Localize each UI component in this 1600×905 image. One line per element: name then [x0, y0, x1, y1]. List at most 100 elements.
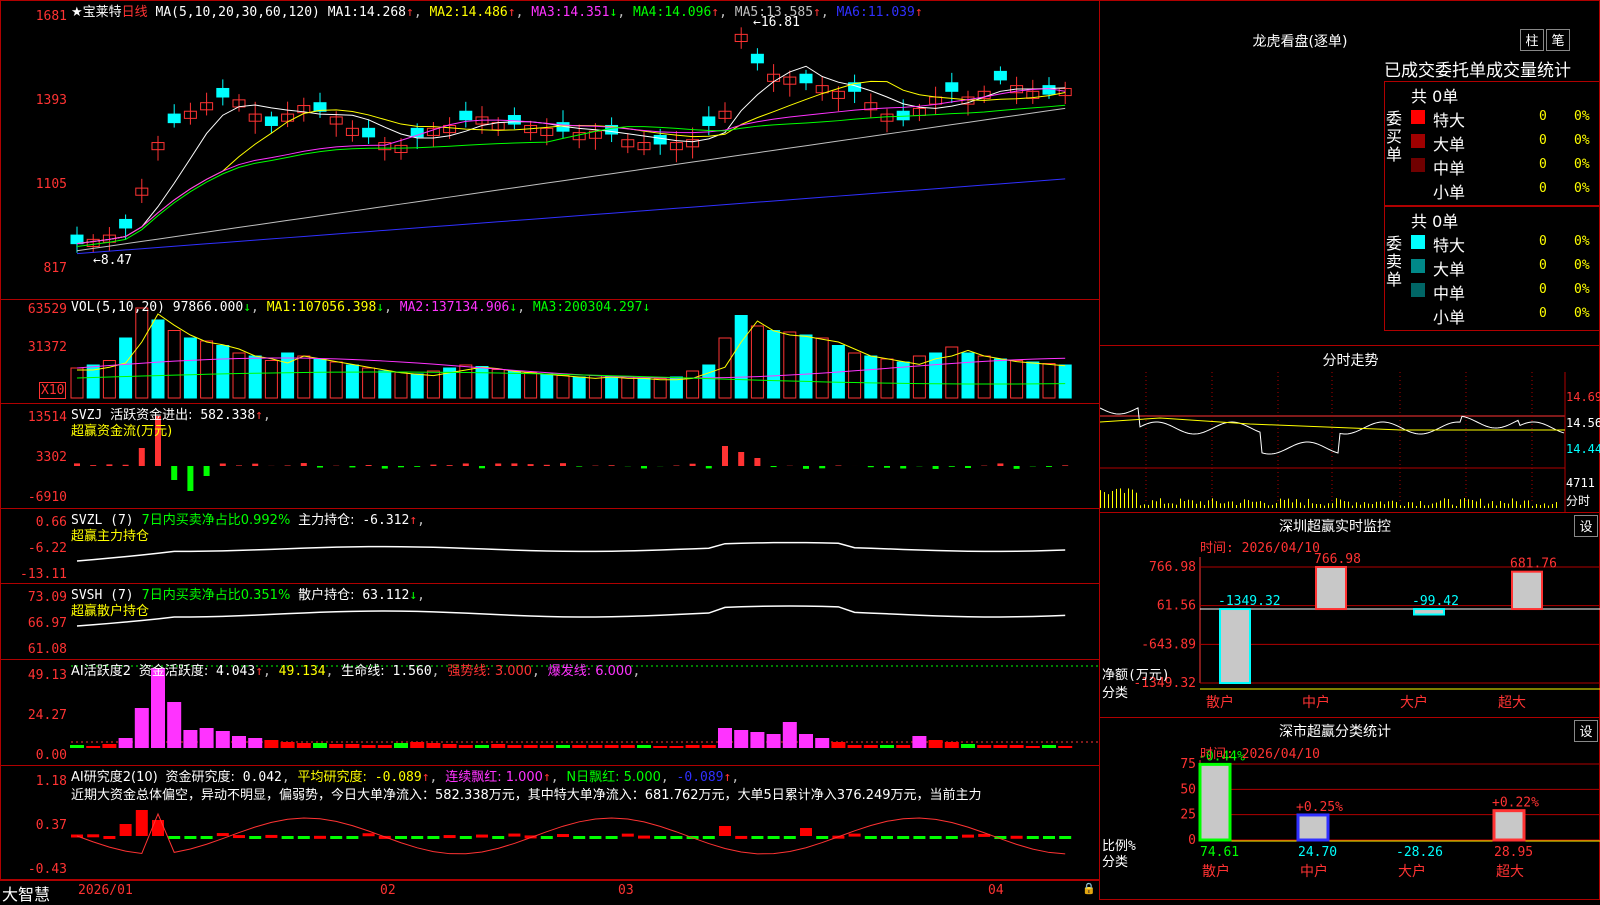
- intraday-vol-bar: [1176, 505, 1177, 508]
- order-row: 特大00%: [1409, 106, 1599, 128]
- lock-icon[interactable]: 🔒: [1082, 882, 1096, 895]
- ai1-tick: 49.13: [1, 668, 67, 683]
- ai-activity-panel[interactable]: 49.13 24.27 0.00 AI活跃度2 资金活跃度: 4.043↑, 4…: [0, 659, 1100, 766]
- svsh-tick: 73.09: [1, 590, 67, 605]
- low-price-mark: ←8.47: [93, 253, 132, 268]
- order-type: 大单: [1433, 131, 1465, 155]
- classify-category: 超大: [1496, 864, 1524, 880]
- fund-flow-bar: [74, 463, 80, 466]
- order-color-swatch: [1411, 283, 1425, 297]
- intraday-vol-bar: [1192, 500, 1193, 508]
- intraday-vol-bar: [1296, 499, 1297, 508]
- order-type: 中单: [1433, 280, 1465, 304]
- bar-mode-button[interactable]: 柱: [1520, 29, 1544, 51]
- intraday-vol-bar: [1232, 501, 1233, 508]
- activity-bar: [783, 722, 797, 748]
- volume-panel[interactable]: 63529 31372 X10 VOL(5,10,20) 97866.000↓,…: [0, 299, 1100, 404]
- research-bar: [444, 835, 456, 838]
- volume-bar: [525, 373, 537, 399]
- intraday-vol-bar: [1556, 502, 1557, 508]
- monitor-category: 超大: [1498, 695, 1526, 711]
- activity-bar: [362, 745, 376, 748]
- monitor-tick: -643.89: [1141, 637, 1196, 652]
- ai-research-panel[interactable]: 1.18 0.37 -0.43 AI研究度2(10) 资金研究度: 0.042,…: [0, 765, 1100, 880]
- research-bar: [946, 836, 958, 839]
- svzl-tick: -6.22: [1, 541, 67, 556]
- monitor-panel: 深圳超赢实时监控 设 766.9861.56-643.89-1349.32-13…: [1099, 512, 1600, 718]
- fund-flow-bar: [366, 465, 372, 466]
- classify-bar-chart[interactable]: 7550250-0.44%74.61散户+0.25%24.70中户-28.26大…: [1100, 742, 1600, 900]
- intraday-vol-bar: [1148, 505, 1149, 508]
- order-count: 0: [1539, 181, 1547, 196]
- vol-header: VOL(5,10,20) 97866.000↓, MA1:107056.398↓…: [71, 300, 650, 315]
- svsh-panel[interactable]: 73.09 66.97 61.08 SVSH (7) 7日内买卖净占比0.351…: [0, 583, 1100, 660]
- order-row: 中单00%: [1409, 154, 1599, 176]
- intraday-chart[interactable]: [1100, 372, 1600, 512]
- classify-tick: 0: [1188, 833, 1196, 848]
- intraday-vol-bar: [1144, 504, 1145, 508]
- intraday-vol-bar: [1480, 499, 1481, 508]
- activity-bar: [750, 732, 764, 748]
- fund-flow-bar: [949, 466, 955, 467]
- activity-bar: [281, 742, 295, 748]
- intraday-vol-bar: [1240, 503, 1241, 508]
- fund-flow-bar: [398, 466, 404, 467]
- fund-flow-bar: [997, 463, 1003, 466]
- intraday-vol-bar: [1360, 505, 1361, 508]
- activity-bar: [345, 744, 359, 748]
- fund-flow-bar: [544, 465, 550, 466]
- fund-flow-bar: [447, 465, 453, 466]
- activity-bar: [475, 745, 489, 748]
- svzj-panel[interactable]: 13514 3302 -6910 SVZJ 活跃资金进出: 582.338↑, …: [0, 403, 1100, 509]
- tab-orders[interactable]: 委托单: [1435, 61, 1486, 81]
- tab-filled[interactable]: 已成交: [1384, 61, 1435, 81]
- order-color-swatch: [1411, 134, 1425, 148]
- classify-settings-button[interactable]: 设: [1574, 720, 1598, 742]
- intraday-vol-bar: [1500, 501, 1501, 508]
- candlestick-chart[interactable]: [1, 1, 1101, 301]
- order-row: 特大00%: [1409, 231, 1599, 253]
- ma1-arrow: ↑: [406, 5, 414, 20]
- research-bar: [622, 834, 634, 837]
- activity-bar: [524, 745, 538, 748]
- intraday-vol-bar: [1388, 501, 1389, 508]
- intraday-vol-bar: [1272, 505, 1273, 508]
- activity-bar: [313, 743, 327, 748]
- ma6-arrow: ↑: [915, 5, 923, 20]
- svzl-panel[interactable]: 0.66 -6.22 -13.11 SVZL (7) 7日内买卖净占比0.992…: [0, 508, 1100, 584]
- vol-ma1-label: MA1:: [267, 300, 298, 315]
- intraday-vol-bar: [1304, 505, 1305, 508]
- activity-bar: [507, 745, 521, 748]
- monitor-bar-chart[interactable]: 766.9861.56-643.89-1349.32-1349.32766.98…: [1100, 537, 1600, 717]
- low-price-value: 8.47: [101, 253, 132, 268]
- intraday-panel[interactable]: 分时走势 14.69 14.56 14.44 4711 分时: [1099, 345, 1600, 513]
- activity-bar: [929, 740, 943, 748]
- intraday-vol-bar: [1536, 504, 1537, 508]
- tick-mode-button[interactable]: 笔: [1546, 29, 1570, 51]
- vol-tick: 31372: [1, 340, 67, 355]
- activity-bar: [815, 738, 829, 748]
- ma-header: MA(5,10,20,30,60,120): [156, 5, 320, 20]
- period-label[interactable]: 日线: [122, 5, 148, 20]
- research-bar: [897, 836, 909, 839]
- classify-change: +0.25%: [1296, 800, 1343, 815]
- ai2-lian: 连续飘红: 1.000: [445, 770, 543, 785]
- order-percent: 0%: [1574, 181, 1590, 196]
- main-position-line: [77, 543, 1065, 561]
- volume-bar: [816, 338, 828, 398]
- price-panel[interactable]: 1681 1393 1105 817 ★宝莱特日线 MA(5,10,20,30,…: [0, 0, 1100, 300]
- volume-bar: [978, 356, 990, 398]
- ma4-value: 14.096: [664, 5, 711, 20]
- research-bar: [314, 836, 326, 839]
- intraday-vol-bar: [1392, 501, 1393, 508]
- activity-bar: [248, 738, 262, 748]
- fund-flow-bar: [187, 466, 193, 491]
- order-count: 0: [1539, 157, 1547, 172]
- tab-volume-stats[interactable]: 成交量统计: [1486, 61, 1571, 81]
- volume-chart[interactable]: [1, 300, 1101, 405]
- monitor-settings-button[interactable]: 设: [1574, 515, 1598, 537]
- vol-unit: X10: [39, 382, 66, 399]
- stock-name[interactable]: ★宝莱特: [71, 5, 122, 20]
- activity-bar: [977, 745, 991, 748]
- research-bar: [184, 836, 196, 839]
